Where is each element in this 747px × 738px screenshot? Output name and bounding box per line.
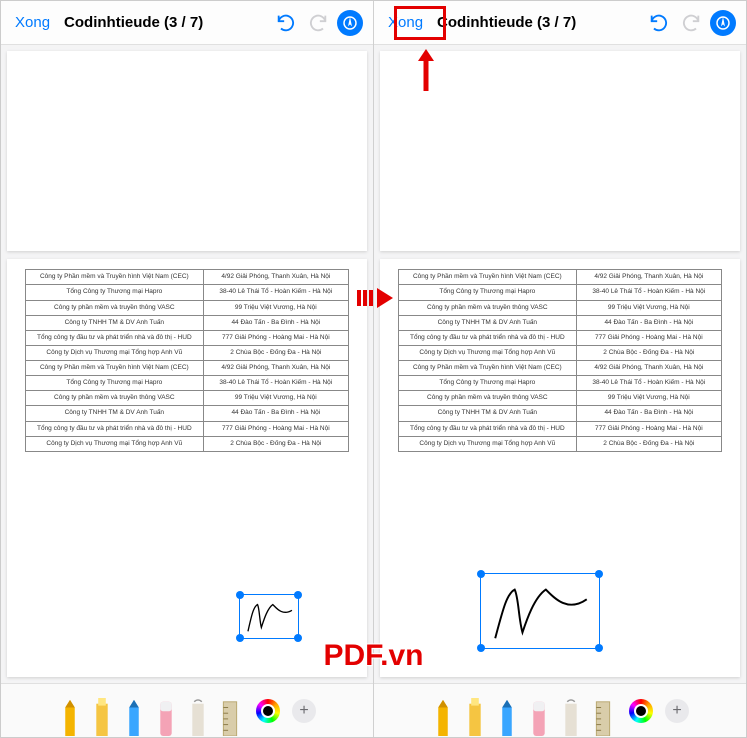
undo-icon[interactable] <box>646 10 672 36</box>
document-title: Codinhtieude (3 / 7) <box>437 14 576 31</box>
table-row: Tổng công ty đầu tư và phát triển nhà và… <box>26 330 349 345</box>
table-row: Công ty phần mềm và truyền thông VASC99 … <box>26 300 349 315</box>
color-picker[interactable] <box>256 699 280 723</box>
markup-toolbar: + <box>374 683 746 737</box>
redo-icon[interactable] <box>678 10 704 36</box>
table-row: Tổng Công ty Thương mại Hapro38-40 Lê Th… <box>26 285 349 300</box>
table-row: Công ty Phần mềm và Truyền hình Việt Nam… <box>399 361 722 376</box>
table-row: Công ty Dịch vụ Thương mại Tổng hợp Anh … <box>26 345 349 360</box>
table-row: Tổng công ty đầu tư và phát triển nhà và… <box>399 330 722 345</box>
editor-panel-left: Xong Codinhtieude (3 / 7) Công ty Phần m… <box>1 1 374 737</box>
pencil-tool[interactable] <box>495 698 519 736</box>
table-row: Công ty Dịch vụ Thương mại Tổng hợp Anh … <box>399 436 722 451</box>
page-preview-main[interactable]: Công ty Phần mềm và Truyền hình Việt Nam… <box>7 259 367 677</box>
topbar: Xong Codinhtieude (3 / 7) <box>1 1 373 45</box>
data-table: Công ty Phần mềm và Truyền hình Việt Nam… <box>25 269 349 452</box>
marker-tool[interactable] <box>90 698 114 736</box>
table-row: Công ty phần mềm và truyền thông VASC99 … <box>399 391 722 406</box>
table-row: Công ty phần mềm và truyền thông VASC99 … <box>26 391 349 406</box>
page-preview-top[interactable] <box>380 51 740 251</box>
page-preview-top[interactable] <box>7 51 367 251</box>
redo-icon[interactable] <box>305 10 331 36</box>
table-row: Tổng công ty đầu tư và phát triển nhà và… <box>26 421 349 436</box>
signature-selection[interactable] <box>480 573 600 649</box>
table-row: Công ty Phần mềm và Truyền hình Việt Nam… <box>399 270 722 285</box>
page-preview-main[interactable]: Công ty Phần mềm và Truyền hình Việt Nam… <box>380 259 740 677</box>
color-picker[interactable] <box>629 699 653 723</box>
ruler-tool[interactable] <box>218 698 242 736</box>
eraser-tool[interactable] <box>527 698 551 736</box>
document-area[interactable]: Công ty Phần mềm và Truyền hình Việt Nam… <box>374 45 746 683</box>
document-title: Codinhtieude (3 / 7) <box>64 14 203 31</box>
table-row: Công ty Phần mềm và Truyền hình Việt Nam… <box>26 361 349 376</box>
document-area[interactable]: Công ty Phần mềm và Truyền hình Việt Nam… <box>1 45 373 683</box>
add-button[interactable]: + <box>665 699 689 723</box>
ruler-tool[interactable] <box>591 698 615 736</box>
signature-selection[interactable] <box>239 594 299 639</box>
markup-icon[interactable] <box>710 10 736 36</box>
table-row: Công ty Dịch vụ Thương mại Tổng hợp Anh … <box>399 345 722 360</box>
table-row: Công ty TNHH TM & DV Anh Tuấn44 Đào Tấn … <box>399 406 722 421</box>
table-row: Công ty TNHH TM & DV Anh Tuấn44 Đào Tấn … <box>26 315 349 330</box>
table-row: Tổng Công ty Thương mại Hapro38-40 Lê Th… <box>26 376 349 391</box>
pen-tool[interactable] <box>431 698 455 736</box>
table-row: Công ty TNHH TM & DV Anh Tuấn44 Đào Tấn … <box>26 406 349 421</box>
done-button[interactable]: Xong <box>384 12 427 33</box>
lasso-tool[interactable] <box>559 698 583 736</box>
editor-panel-right: Xong Codinhtieude (3 / 7) Công ty Phần m… <box>374 1 746 737</box>
marker-tool[interactable] <box>463 698 487 736</box>
pen-tool[interactable] <box>58 698 82 736</box>
markup-icon[interactable] <box>337 10 363 36</box>
pencil-tool[interactable] <box>122 698 146 736</box>
data-table: Công ty Phần mềm và Truyền hình Việt Nam… <box>398 269 722 452</box>
undo-icon[interactable] <box>273 10 299 36</box>
done-button[interactable]: Xong <box>11 12 54 33</box>
table-row: Công ty TNHH TM & DV Anh Tuấn44 Đào Tấn … <box>399 315 722 330</box>
lasso-tool[interactable] <box>186 698 210 736</box>
add-button[interactable]: + <box>292 699 316 723</box>
table-row: Tổng Công ty Thương mại Hapro38-40 Lê Th… <box>399 285 722 300</box>
table-row: Công ty Phần mềm và Truyền hình Việt Nam… <box>26 270 349 285</box>
markup-toolbar: + <box>1 683 373 737</box>
table-row: Tổng Công ty Thương mại Hapro38-40 Lê Th… <box>399 376 722 391</box>
eraser-tool[interactable] <box>154 698 178 736</box>
table-row: Công ty Dịch vụ Thương mại Tổng hợp Anh … <box>26 436 349 451</box>
topbar: Xong Codinhtieude (3 / 7) <box>374 1 746 45</box>
table-row: Tổng công ty đầu tư và phát triển nhà và… <box>399 421 722 436</box>
table-row: Công ty phần mềm và truyền thông VASC99 … <box>399 300 722 315</box>
